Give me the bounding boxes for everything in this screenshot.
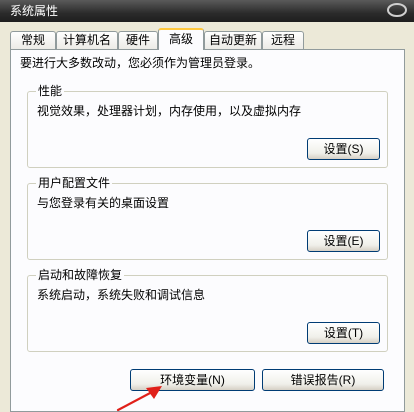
tab-strip: 常规 计算机名 硬件 高级 自动更新 远程	[10, 28, 410, 50]
error-reporting-button[interactable]: 错误报告(R)	[262, 369, 384, 391]
performance-settings-button[interactable]: 设置(S)	[307, 138, 380, 160]
user-profiles-title: 用户配置文件	[36, 175, 113, 191]
user-profiles-group: 用户配置文件 与您登录有关的桌面设置 设置(E)	[27, 175, 388, 260]
startup-recovery-group: 启动和故障恢复 系统启动，系统失败和调试信息 设置(T)	[27, 267, 388, 352]
performance-title: 性能	[36, 83, 65, 99]
tab-computer-name[interactable]: 计算机名	[56, 31, 118, 49]
window-title: 系统属性	[10, 4, 59, 18]
performance-group: 性能 视觉效果，处理器计划，内存使用，以及虚拟内存 设置(S)	[27, 83, 388, 168]
performance-description: 视觉效果，处理器计划，内存使用，以及虚拟内存	[37, 104, 302, 118]
startup-recovery-title: 启动和故障恢复	[36, 267, 125, 283]
startup-recovery-description: 系统启动，系统失败和调试信息	[37, 288, 206, 302]
tab-automatic-updates[interactable]: 自动更新	[204, 31, 262, 49]
annotation-arrow-icon	[116, 386, 162, 412]
system-properties-window: 系统属性 常规 计算机名 硬件 高级 自动更新 远程 要进行大多数改动，您必须作…	[0, 0, 414, 412]
window-control-icon[interactable]	[386, 2, 408, 18]
tab-hardware[interactable]: 硬件	[118, 31, 158, 49]
tab-general[interactable]: 常规	[10, 31, 56, 49]
startup-recovery-settings-button[interactable]: 设置(T)	[307, 322, 380, 344]
title-bar[interactable]: 系统属性	[0, 0, 414, 22]
admin-notice: 要进行大多数改动，您必须作为管理员登录。	[20, 56, 261, 70]
tab-remote[interactable]: 远程	[262, 31, 304, 49]
tab-advanced[interactable]: 高级	[158, 28, 204, 50]
user-profiles-settings-button[interactable]: 设置(E)	[307, 230, 380, 252]
user-profiles-description: 与您登录有关的桌面设置	[37, 196, 170, 210]
